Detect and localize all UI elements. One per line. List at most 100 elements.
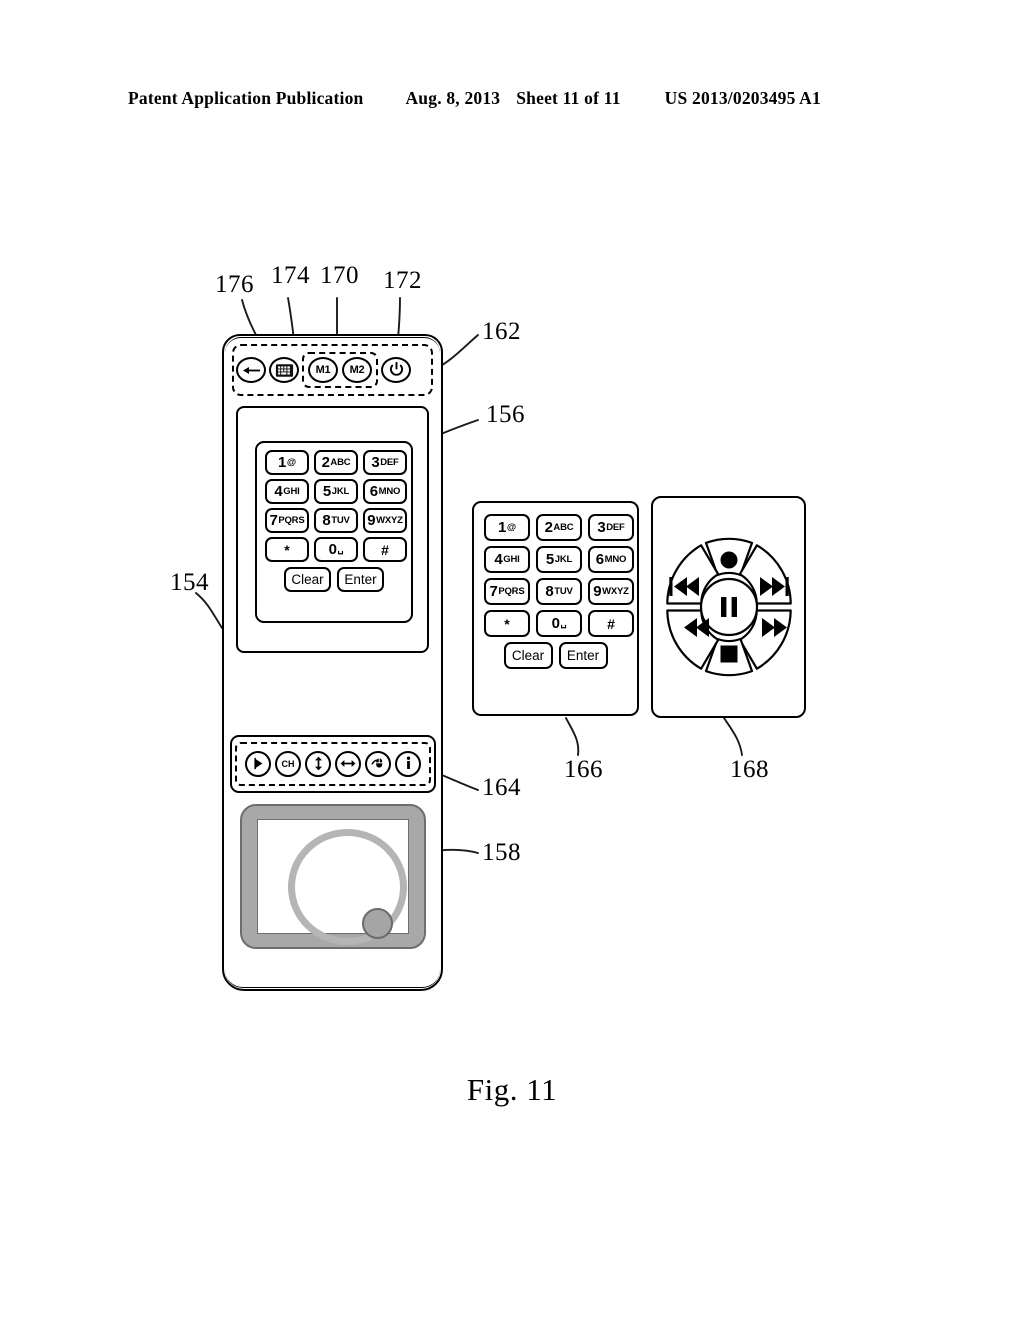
key-2-num: 2 (321, 454, 330, 471)
alt-key-0-num: 0 (551, 615, 560, 632)
enter-button[interactable]: Enter (337, 567, 384, 592)
alt-key-2-num: 2 (544, 519, 553, 536)
key-0-num: 0 (328, 541, 337, 558)
vertical-scroll-button[interactable] (305, 751, 331, 777)
key-3[interactable]: 3 DEF (363, 450, 407, 475)
alt-key-7[interactable]: 7 PQRS (484, 578, 530, 605)
key-4[interactable]: 4 GHI (265, 479, 309, 504)
alt-key-6-letters: MNO (604, 553, 627, 565)
key-9-letters: WXYZ (376, 514, 403, 526)
power-icon (389, 362, 404, 378)
alt-key-8-letters: TUV (554, 585, 573, 597)
horizontal-scroll-button[interactable] (335, 751, 361, 777)
info-button[interactable] (395, 751, 421, 777)
alt-key-4-letters: GHI (503, 553, 520, 565)
alt-key-hash[interactable]: # (588, 610, 634, 637)
key-4-num: 4 (274, 483, 283, 500)
key-0-letters: ␣ (337, 543, 344, 555)
alt-key-3[interactable]: 3 DEF (588, 514, 634, 541)
ref-156: 156 (486, 401, 525, 428)
ref-170: 170 (320, 262, 359, 289)
stop-square-icon (720, 645, 737, 663)
keypad-alt-action-row: Clear Enter (484, 642, 627, 669)
alt-key-1-letters: @ (506, 521, 516, 533)
alt-key-6[interactable]: 6 MNO (588, 546, 634, 573)
alt-key-5-num: 5 (545, 551, 555, 568)
header-sheet: Sheet 11 of 11 (516, 88, 621, 108)
alt-key-9[interactable]: 9 WXYZ (588, 578, 634, 605)
alt-key-0[interactable]: 0 ␣ (536, 610, 582, 637)
key-7[interactable]: 7 PQRS (265, 508, 309, 533)
key-hash[interactable]: # (363, 537, 407, 562)
vertical-scroll-icon (313, 756, 324, 773)
back-button[interactable] (236, 357, 266, 383)
trackpad-surface[interactable] (257, 819, 409, 945)
trackpad[interactable] (240, 804, 426, 949)
ref-166: 166 (564, 756, 603, 783)
key-3-num: 3 (371, 454, 380, 471)
memory-button-group: M1 M2 (302, 352, 378, 388)
key-1-num: 1 (278, 454, 287, 471)
ref-164: 164 (482, 774, 521, 801)
key-5[interactable]: 5 JKL (314, 479, 358, 504)
alt-key-5-letters: JKL (554, 553, 573, 565)
ref-172: 172 (383, 267, 422, 294)
alt-key-8-num: 8 (545, 583, 554, 600)
key-7-letters: PQRS (278, 514, 305, 526)
key-2[interactable]: 2 ABC (314, 450, 358, 475)
key-1[interactable]: 1 @ (265, 450, 309, 475)
keypad-main-grid: 1 @ 2 ABC 3 DEF 4 GHI 5 JKL 6 MNO 7 PQRS 8 TUV 9… (265, 450, 407, 562)
screen-panel: 1 @ 2 ABC 3 DEF 4 GHI 5 JKL 6 MNO 7 PQRS 8 TUV 9… (236, 406, 429, 653)
alt-key-1[interactable]: 1 @ (484, 514, 530, 541)
alt-clear-button[interactable]: Clear (503, 642, 553, 669)
key-6-letters: MNO (378, 485, 401, 497)
alt-key-9-num: 9 (593, 583, 602, 600)
mouse-pointer-button[interactable] (365, 751, 391, 777)
play-flag-button[interactable] (245, 751, 271, 777)
key-0[interactable]: 0 ␣ (314, 537, 358, 562)
key-hash-num: # (381, 541, 389, 558)
key-8-num: 8 (322, 512, 331, 529)
ref-176: 176 (215, 271, 254, 298)
alt-key-3-num: 3 (597, 519, 606, 536)
alt-key-star[interactable]: * (484, 610, 530, 637)
alt-enter-button-label: Enter (566, 647, 600, 663)
alt-key-4[interactable]: 4 GHI (484, 546, 530, 573)
enter-button-label: Enter (344, 571, 377, 587)
keyboard-icon (275, 363, 294, 378)
key-3-letters: DEF (380, 456, 399, 468)
key-5-letters: JKL (331, 485, 350, 497)
power-button[interactable] (381, 357, 411, 383)
alt-clear-button-label: Clear (511, 647, 545, 663)
alt-key-0-letters: ␣ (560, 617, 567, 629)
key-4-letters: GHI (283, 485, 300, 497)
record-circle-icon (720, 551, 737, 569)
toolbar-row: M1 M2 (236, 348, 429, 392)
memory-button-m1[interactable]: M1 (308, 357, 338, 383)
alt-key-6-num: 6 (595, 551, 605, 568)
keyboard-button[interactable] (269, 357, 299, 383)
alt-key-5[interactable]: 5 JKL (536, 546, 582, 573)
alt-key-2[interactable]: 2 ABC (536, 514, 582, 541)
pause-button-shape (699, 577, 758, 637)
alt-key-4-num: 4 (494, 551, 503, 568)
channel-button[interactable]: CH (275, 751, 301, 777)
alt-key-8[interactable]: 8 TUV (536, 578, 582, 605)
key-9[interactable]: 9 WXYZ (363, 508, 407, 533)
play-flag-icon (252, 757, 265, 772)
memory-button-m2[interactable]: M2 (342, 357, 372, 383)
alt-key-hash-num: # (607, 615, 615, 632)
alt-enter-button[interactable]: Enter (558, 642, 608, 669)
figure-caption: Fig. 11 (466, 1072, 558, 1107)
clear-button[interactable]: Clear (284, 567, 331, 592)
alt-key-3-letters: DEF (606, 521, 625, 533)
key-star[interactable]: * (265, 537, 309, 562)
clear-button-label: Clear (291, 571, 324, 587)
key-6[interactable]: 6 MNO (363, 479, 407, 504)
ref-162: 162 (482, 318, 521, 345)
ref-158: 158 (482, 839, 521, 866)
media-wheel (659, 537, 799, 677)
info-icon (404, 756, 413, 772)
key-8[interactable]: 8 TUV (314, 508, 358, 533)
ref-168: 168 (730, 756, 769, 783)
